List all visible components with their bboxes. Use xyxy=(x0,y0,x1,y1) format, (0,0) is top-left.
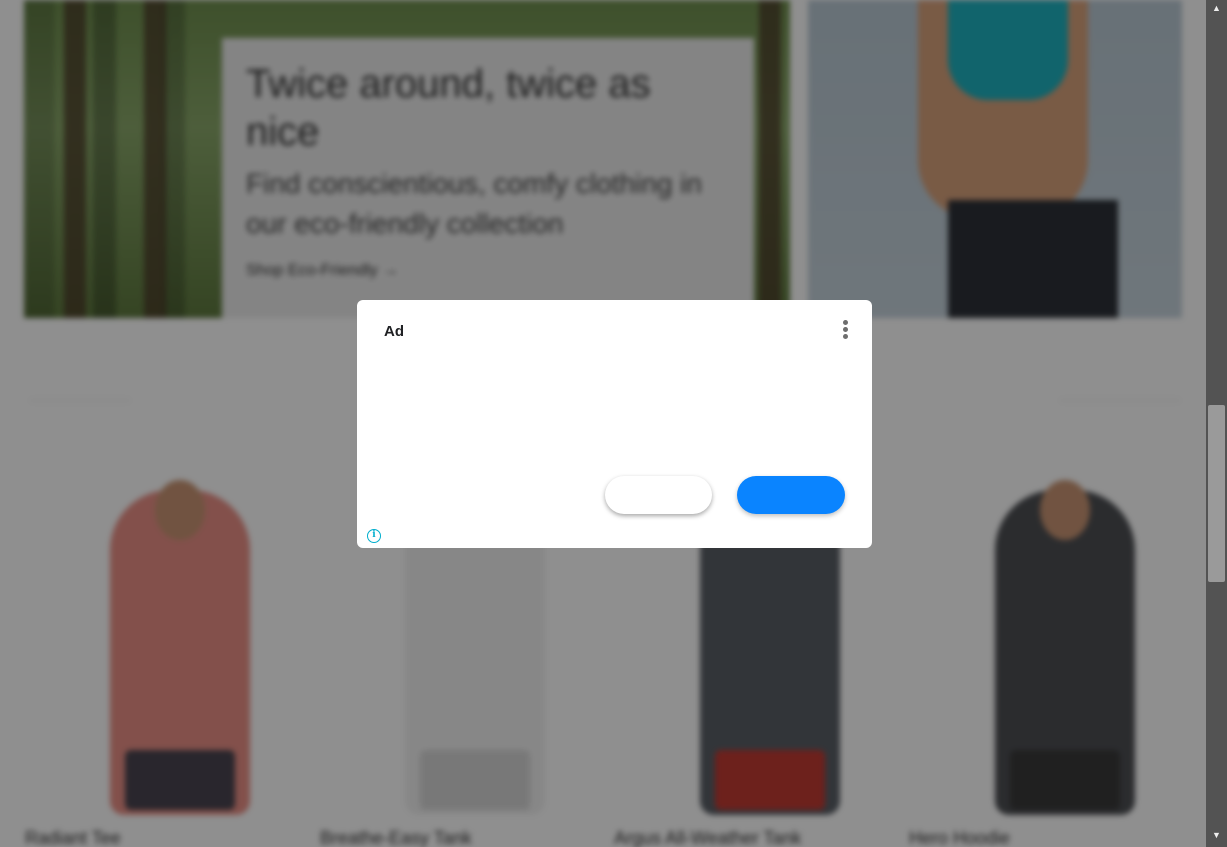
scroll-down-arrow[interactable]: ▼ xyxy=(1206,828,1227,842)
page-scrollbar[interactable]: ▲ ▼ xyxy=(1206,0,1227,847)
scroll-thumb[interactable] xyxy=(1208,405,1225,582)
info-icon[interactable]: i xyxy=(367,529,381,543)
scroll-up-arrow[interactable]: ▲ xyxy=(1206,1,1227,15)
ad-secondary-button[interactable] xyxy=(605,476,712,514)
ad-label: Ad xyxy=(384,323,404,340)
more-vertical-icon[interactable] xyxy=(835,318,855,344)
ad-primary-button[interactable] xyxy=(737,476,845,514)
ad-dialog: Ad i xyxy=(357,300,872,548)
